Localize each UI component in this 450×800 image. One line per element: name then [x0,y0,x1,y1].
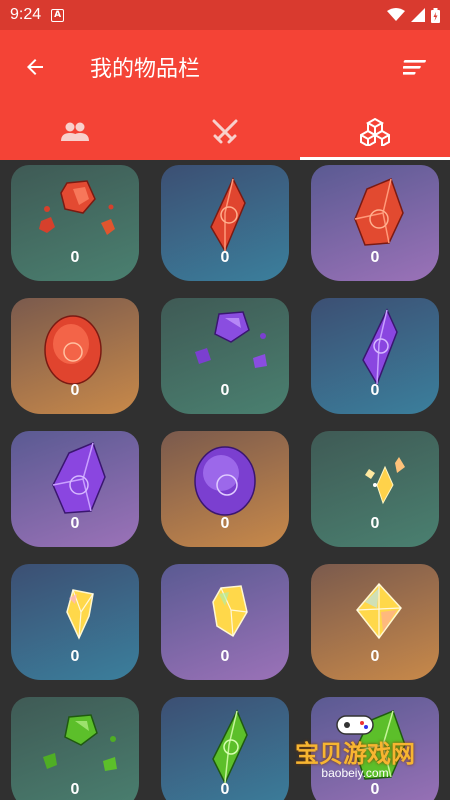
item-card[interactable]: 0 [311,431,439,547]
green-crystal-icon [212,709,248,785]
item-count: 0 [70,648,80,665]
sort-icon [403,60,426,75]
status-time: 9:24 [10,6,42,23]
purple-chunk-icon [52,442,106,514]
battery-icon [431,7,440,23]
purple-gem-icon [194,446,256,516]
item-card[interactable]: 0 [11,431,139,547]
item-count: 0 [70,515,80,532]
item-card[interactable]: 0 [161,697,289,800]
item-count: 0 [220,382,230,399]
tab-battle[interactable] [150,104,300,160]
signal-icon [411,8,425,22]
item-count: 0 [220,648,230,665]
item-card[interactable]: 0 [311,165,439,281]
gold-chunk-icon [212,585,248,638]
purple-crystal-icon [362,308,398,386]
item-count: 0 [220,249,230,266]
red-chunk-icon [354,178,404,246]
item-card[interactable]: 0 [11,697,139,800]
item-card[interactable]: 0 [161,165,289,281]
tab-people[interactable] [0,104,150,160]
item-card[interactable]: 0 [11,298,139,414]
red-gem-icon [44,315,102,385]
back-button[interactable] [0,30,70,104]
purple-shards-icon [195,311,267,368]
item-card[interactable]: 0 [11,165,139,281]
tab-bar [0,104,450,160]
gold-gem-icon [356,582,402,640]
page-title: 我的物品栏 [90,57,201,82]
watermark: 宝贝游戏网 baobeiy.com [275,712,435,792]
app-bar: 我的物品栏 [0,30,450,104]
item-grid: 0 0 0 0 0 0 0 0 0 0 0 0 0 0 0 [0,160,450,800]
tab-items[interactable] [300,104,450,160]
item-count: 0 [70,382,80,399]
boxes-icon [360,118,390,146]
item-count: 0 [220,781,230,798]
item-card[interactable]: 0 [161,298,289,414]
wifi-icon [387,8,405,21]
watermark-text: 宝贝游戏网 [295,740,415,768]
gold-shards-icon [365,457,405,505]
red-crystal-icon [210,177,246,253]
gold-crystal-icon [66,589,94,640]
item-count: 0 [70,249,80,266]
item-card[interactable]: 0 [161,431,289,547]
item-count: 0 [70,781,80,798]
item-count: 0 [370,648,380,665]
item-count: 0 [370,382,380,399]
item-card[interactable]: 0 [311,564,439,680]
red-shards-icon [39,180,115,235]
sort-button[interactable] [380,30,450,104]
green-shards-icon [43,714,117,771]
a-icon: A [51,8,65,22]
status-bar: 9:24 A [0,0,450,30]
people-icon [61,122,89,141]
item-count: 0 [370,515,380,532]
item-card[interactable]: 0 [161,564,289,680]
item-count: 0 [370,249,380,266]
status-icons [387,7,440,23]
arrow-left-icon [27,59,43,75]
crossed-swords-icon [212,119,238,144]
gamepad-icon [336,715,374,735]
item-card[interactable]: 0 [311,298,439,414]
item-card[interactable]: 0 [11,564,139,680]
watermark-url: baobeiy.com [321,766,389,780]
item-count: 0 [220,515,230,532]
